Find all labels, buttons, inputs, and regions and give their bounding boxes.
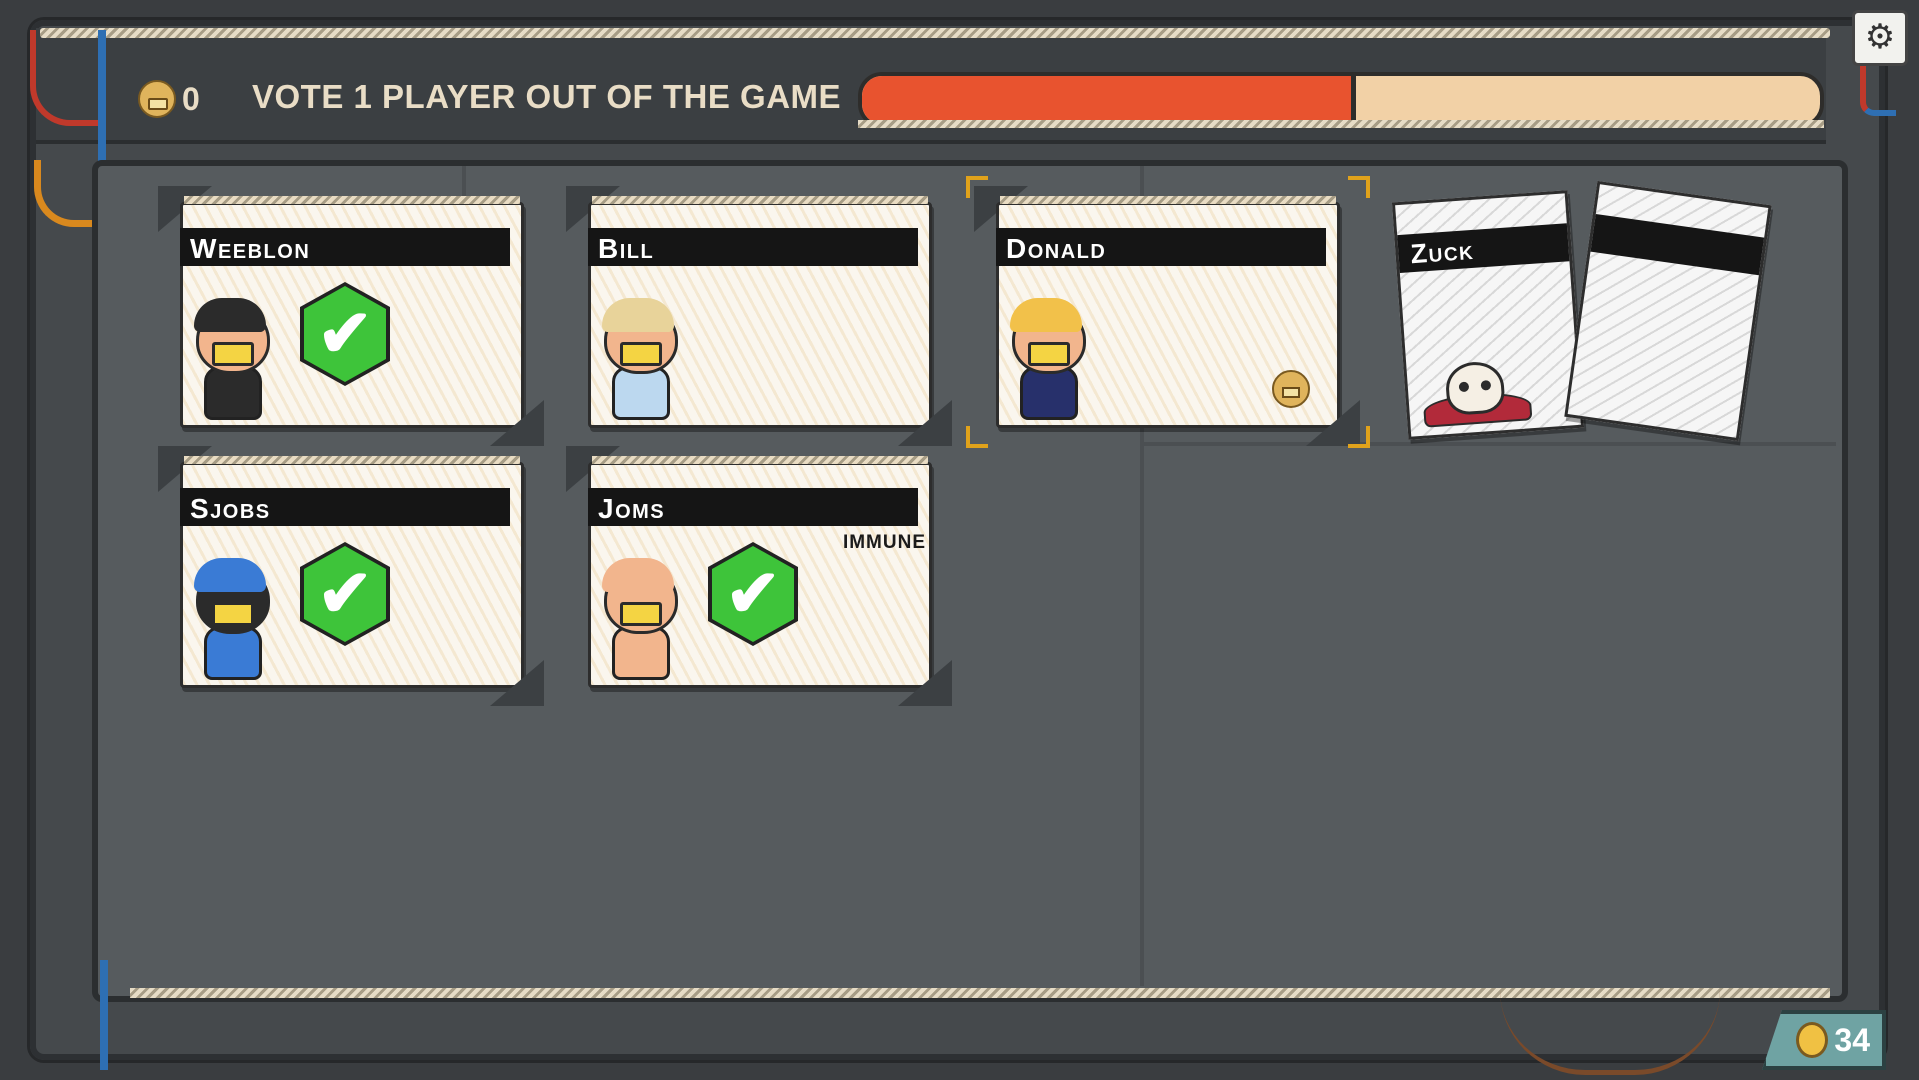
checkmark-glyph: ✔ [304, 286, 386, 382]
checkmark-glyph: ✔ [712, 546, 794, 642]
timer-fill [862, 76, 1356, 124]
coin-count: 0 [182, 80, 200, 117]
avatar-teeth [1028, 342, 1070, 366]
avatar-body [612, 626, 670, 680]
avatar-body [204, 626, 262, 680]
card-stitching [184, 456, 520, 464]
avatar-hair [602, 298, 674, 332]
player-avatar [1004, 298, 1088, 420]
brown-cable [1500, 990, 1720, 1075]
avatar-hair [194, 298, 266, 332]
card-stitching [1000, 196, 1336, 204]
avatar-teeth [620, 602, 662, 626]
settings-button[interactable]: ⚙ [1852, 10, 1908, 66]
player-name: Joms [598, 493, 666, 524]
card-stitching [592, 196, 928, 204]
coin-counter: 0 [138, 80, 200, 118]
avatar-teeth [212, 342, 254, 366]
coin-face-icon [1272, 370, 1310, 408]
selection-bracket [1348, 426, 1370, 448]
card-stitching [184, 196, 520, 204]
player-name: Bill [598, 233, 655, 264]
eliminated-card: Zuck [1391, 190, 1585, 440]
selection-bracket [966, 426, 988, 448]
avatar-hair [1010, 298, 1082, 332]
right-cable [1860, 60, 1896, 116]
board-divider [1140, 442, 1836, 446]
player-card[interactable]: Bill [566, 186, 952, 446]
selection-bracket [1348, 176, 1370, 198]
name-banner [1590, 214, 1765, 276]
player-name: Donald [1006, 233, 1107, 264]
player-avatar [188, 298, 272, 420]
eliminated-name: Zuck [1409, 234, 1476, 270]
avatar-hair [194, 558, 266, 592]
money-counter: 34 [1762, 1010, 1886, 1070]
avatar-body [1020, 366, 1078, 420]
player-avatar [596, 558, 680, 680]
player-name: Weeblon [190, 233, 311, 264]
timer-stitching [858, 120, 1824, 128]
eliminated-card [1564, 180, 1772, 442]
coin-face-icon [138, 80, 176, 118]
avatar-body [612, 366, 670, 420]
checkmark-glyph: ✔ [304, 546, 386, 642]
avatar-body [204, 366, 262, 420]
player-card[interactable]: Weeblon ✔ [158, 186, 544, 446]
blue-cable-bottom [100, 960, 108, 1070]
card-stitching [592, 456, 928, 464]
top-stitching [40, 28, 1830, 38]
player-card[interactable]: SJobs ✔ [158, 446, 544, 706]
avatar-hair [602, 558, 674, 592]
gear-icon: ⚙ [1864, 18, 1896, 56]
player-avatar [596, 298, 680, 420]
player-name: SJobs [190, 493, 271, 524]
avatar-teeth [212, 602, 254, 626]
coin-icon [1796, 1022, 1829, 1058]
player-card[interactable]: Joms ✔ IMMUNE [566, 446, 952, 706]
skull-icon [1444, 360, 1506, 417]
selection-bracket [966, 176, 988, 198]
red-cable [30, 30, 106, 126]
money-amount: 34 [1834, 1021, 1870, 1058]
avatar-teeth [620, 342, 662, 366]
player-avatar [188, 558, 272, 680]
immune-label: IMMUNE [842, 532, 926, 553]
player-card[interactable]: Donald [966, 176, 1370, 448]
vote-instruction: VOTE 1 PLAYER OUT OF THE GAME [252, 78, 842, 115]
